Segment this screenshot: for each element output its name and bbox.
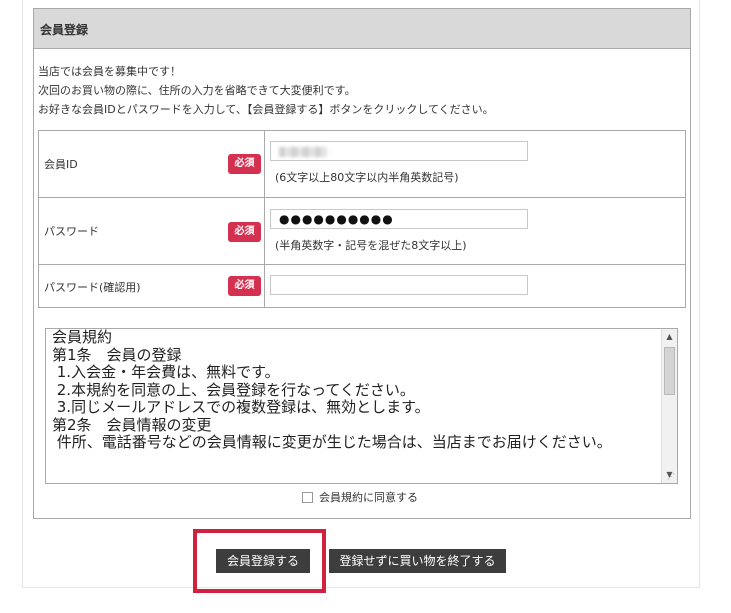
terms-line: 件所、電話番号などの会員情報に変更が生じた場合は、当店までお届けください。 [52,433,612,451]
terms-line: 2.本規約を同意の上、会員登録を行なってください。 [52,380,415,399]
password-label: パスワード [44,225,99,238]
required-badge: 必須 [228,154,261,174]
intro-line: 次回のお買い物の際に、住所の入力を省略できて大変便利です。 [38,84,356,97]
password-confirm-label: パスワード(確認用) [44,281,141,294]
member-id-hint: (6文字以上80文字以内半角英数記号) [275,171,459,184]
password-confirm-input[interactable] [270,275,528,295]
required-badge: 必須 [228,222,261,242]
terms-line: 第1条 会員の登録 [52,345,182,364]
terms-textarea[interactable]: 会員規約 第1条 会員の登録 1.入会金・年会費は、無料です。 2.本規約を同意の… [45,328,678,484]
member-id-input[interactable] [270,141,528,161]
form-row-password: パスワード 必須 ●●●●●●●●●● (半角英数字・記号を混ぜた8文字以上) [38,197,686,265]
terms-agree[interactable]: 会員規約に同意する [302,489,418,505]
exit-without-register-button[interactable]: 登録せずに買い物を終了する [329,549,506,573]
password-masked-value: ●●●●●●●●●● [279,212,394,226]
terms-line: 第2条 会員情報の変更 [52,415,212,434]
terms-content: 会員規約 第1条 会員の登録 1.入会金・年会費は、無料です。 2.本規約を同意の… [52,329,657,452]
password-input[interactable]: ●●●●●●●●●● [270,209,528,229]
intro-line: お好きな会員IDとパスワードを入力して、【会員登録する】ボタンをクリックしてくだ… [38,103,494,116]
form-row-password-confirm: パスワード(確認用) 必須 [38,264,686,308]
registration-form-table: 会員ID 必須 (6文字以上80文字以内半角英数記号) パスワード 必須 ●●●… [38,130,686,308]
scrollbar-thumb[interactable] [664,347,675,395]
terms-agree-label[interactable]: 会員規約に同意する [319,491,418,504]
intro-text: 当店では会員を募集中です！ 次回のお買い物の際に、住所の入力を省略できて大変便利… [38,62,494,119]
form-row-member-id: 会員ID 必須 (6文字以上80文字以内半角英数記号) [38,130,686,198]
scroll-up-arrow-icon[interactable]: ▲ [662,329,677,345]
terms-agree-checkbox[interactable] [302,491,313,503]
terms-line: 3.同じメールアドレスでの複数登録は、無効とします。 [52,398,430,416]
member-registration-panel: 会員登録 当店では会員を募集中です！ 次回のお買い物の際に、住所の入力を省略でき… [33,8,691,519]
terms-line: 会員規約 [52,328,113,346]
terms-line: 1.入会金・年会費は、無料です。 [52,363,280,381]
panel-header: 会員登録 [34,9,690,49]
resize-grip-icon[interactable]: ⋰ [667,472,675,481]
terms-scrollbar[interactable]: ▲ ▼ [661,329,677,483]
register-button[interactable]: 会員登録する [216,549,310,573]
redacted-value [279,147,327,157]
required-badge: 必須 [228,276,261,296]
panel-title: 会員登録 [40,23,89,37]
intro-line: 当店では会員を募集中です！ [38,65,181,78]
password-hint: (半角英数字・記号を混ぜた8文字以上) [275,239,467,252]
member-id-label: 会員ID [44,158,78,171]
